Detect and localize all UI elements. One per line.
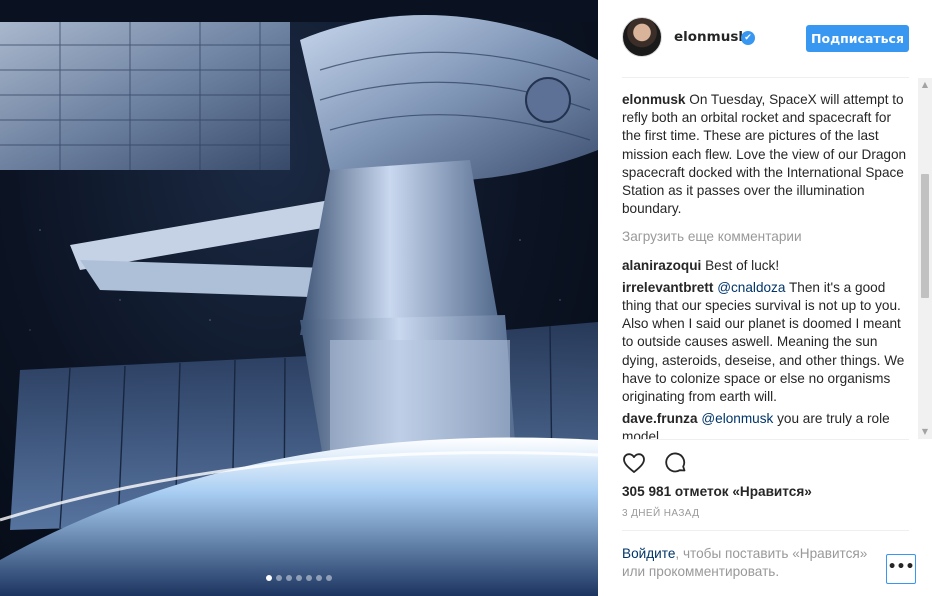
- post-timestamp[interactable]: 3 дней назад: [622, 508, 699, 519]
- avatar[interactable]: [622, 17, 662, 57]
- caption-text: On Tuesday, SpaceX will attempt to refly…: [622, 92, 907, 217]
- header-divider: [622, 77, 909, 78]
- heart-icon[interactable]: [622, 451, 646, 475]
- comment-author[interactable]: irrelevantbrett: [622, 280, 713, 295]
- post-side-panel: elonmusk ✔ Подписаться elonmusk On Tuesd…: [598, 0, 932, 596]
- comments-divider: [622, 439, 909, 440]
- likes-count[interactable]: 305 981 отметок «Нравится»: [622, 484, 812, 499]
- header-username[interactable]: elonmusk: [674, 29, 747, 45]
- carousel-dot: [276, 575, 282, 581]
- comment-author[interactable]: alanirazoqui: [622, 258, 701, 273]
- caption: elonmusk On Tuesday, SpaceX will attempt…: [622, 91, 909, 218]
- carousel-dot: [296, 575, 302, 581]
- comment-item: irrelevantbrett @cnaldoza Then it's a go…: [622, 279, 909, 406]
- carousel-dot: [266, 575, 272, 581]
- carousel-dot: [306, 575, 312, 581]
- carousel-dot: [326, 575, 332, 581]
- carousel-dot: [316, 575, 322, 581]
- carousel-indicator: [0, 575, 598, 581]
- verified-badge-icon: ✔: [741, 31, 755, 45]
- scroll-up-arrow-icon[interactable]: ▲: [918, 80, 932, 90]
- caption-author[interactable]: elonmusk: [622, 92, 685, 107]
- scroll-thumb[interactable]: [921, 174, 929, 298]
- follow-button[interactable]: Подписаться: [806, 25, 909, 52]
- comments-list[interactable]: elonmusk On Tuesday, SpaceX will attempt…: [622, 91, 909, 439]
- comment-item: alanirazoqui Best of luck!: [622, 257, 909, 275]
- comment-item: dave.frunza @elonmusk you are truly a ro…: [622, 410, 909, 439]
- space-station-image: [0, 0, 598, 596]
- scroll-down-arrow-icon[interactable]: ▼: [918, 427, 932, 437]
- comment-mention[interactable]: @elonmusk: [701, 411, 773, 426]
- post-photo[interactable]: [0, 0, 598, 596]
- comment-text: Best of luck!: [705, 257, 780, 273]
- login-link[interactable]: Войдите: [622, 546, 675, 561]
- comment-text: Then it's a good thing that our species …: [622, 279, 905, 405]
- more-options-button[interactable]: •••: [886, 554, 916, 584]
- carousel-dot: [286, 575, 292, 581]
- comment-icon[interactable]: [664, 451, 688, 475]
- post-actions: [622, 451, 688, 477]
- login-prompt: Войдите, чтобы поставить «Нравится» или …: [622, 545, 877, 581]
- post-header: elonmusk ✔ Подписаться: [598, 0, 932, 78]
- comment-author[interactable]: dave.frunza: [622, 411, 698, 426]
- comments-scrollbar[interactable]: ▲ ▼: [918, 78, 932, 439]
- footer-divider: [622, 530, 909, 531]
- comment-mention[interactable]: @cnaldoza: [717, 280, 785, 295]
- load-more-comments-link[interactable]: Загрузить еще комментарии: [622, 228, 909, 246]
